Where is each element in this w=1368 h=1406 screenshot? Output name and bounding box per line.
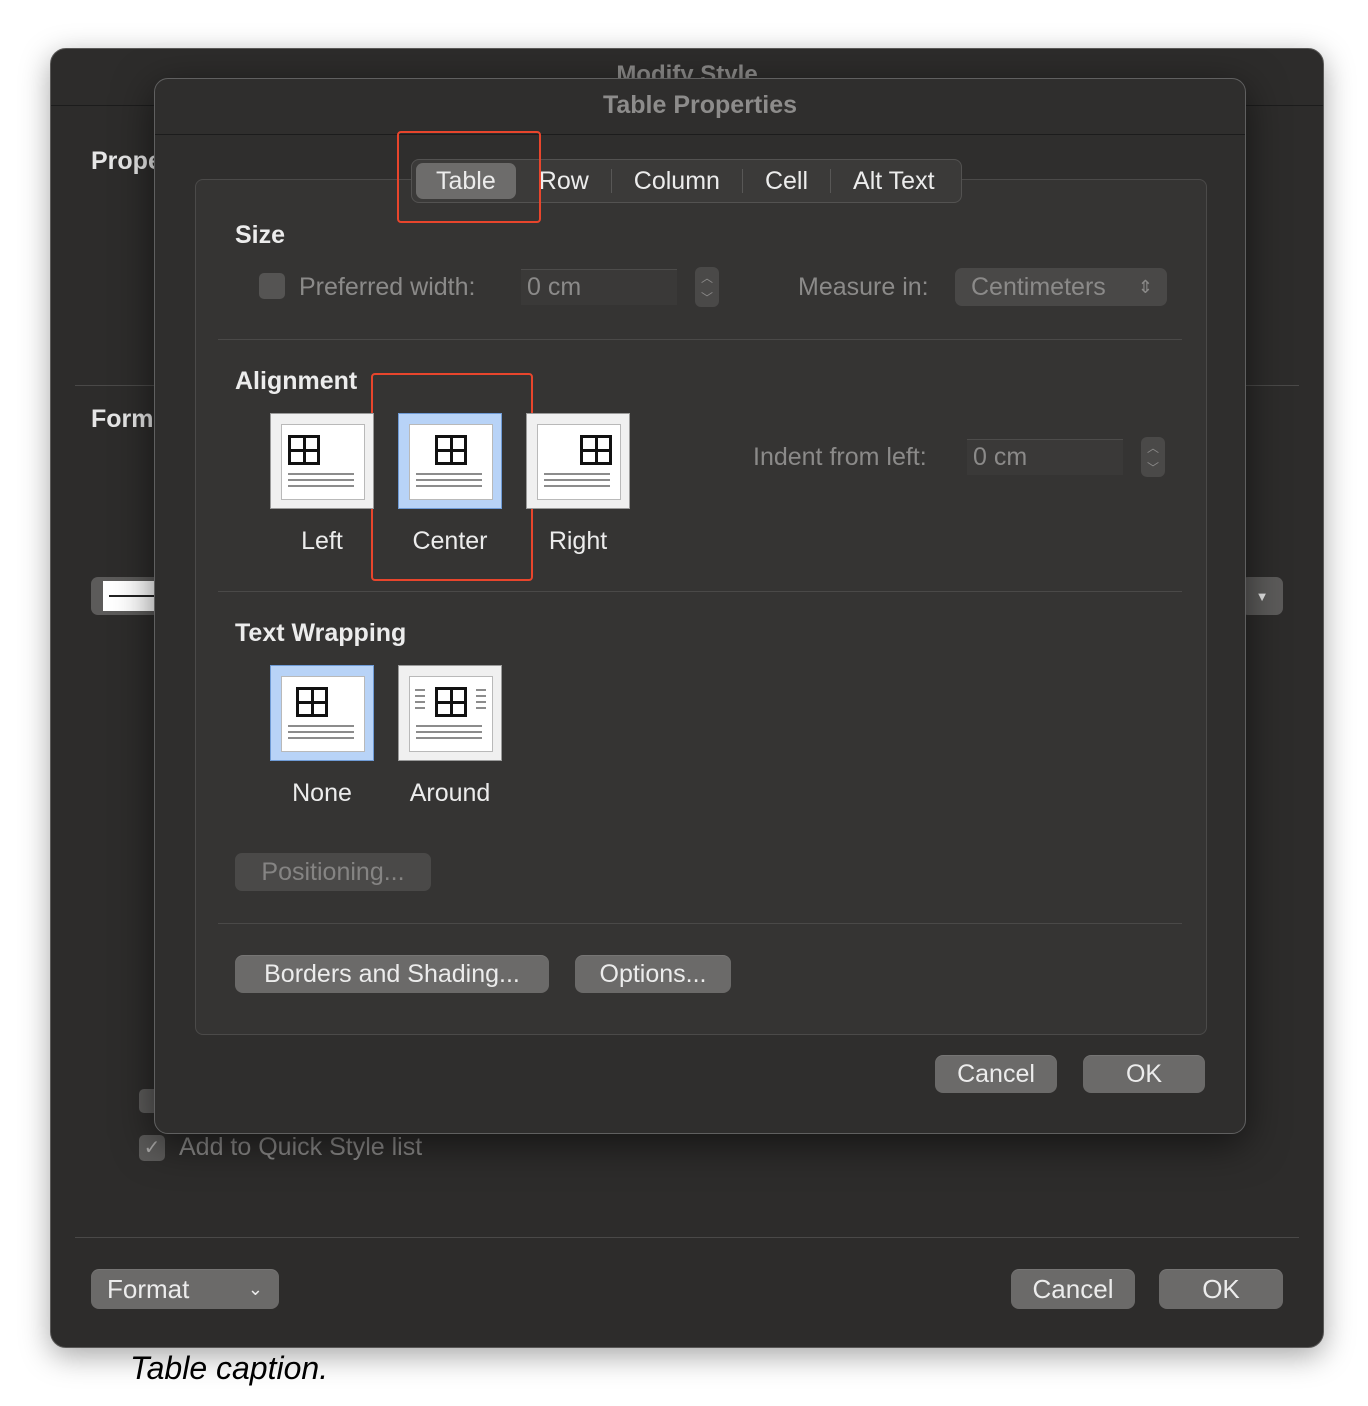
table-grid-icon: [435, 687, 467, 717]
preferred-width-checkbox[interactable]: [259, 273, 285, 299]
format-button-label: Format: [107, 1273, 190, 1304]
indent-from-left-input[interactable]: 0 cm: [967, 439, 1123, 475]
bg-ok-button[interactable]: OK: [1159, 1269, 1283, 1309]
dialog-title: Table Properties: [602, 91, 798, 119]
wrap-none-tile[interactable]: [270, 665, 374, 761]
checkmark-icon[interactable]: ✓: [139, 1134, 165, 1161]
formatting-label: Form: [91, 405, 154, 433]
properties-label: Prope: [91, 147, 162, 175]
align-right-tile[interactable]: [526, 413, 630, 509]
chevron-up-icon[interactable]: ︿: [1147, 439, 1159, 456]
indent-stepper[interactable]: ︿ ﹀: [1141, 437, 1165, 477]
wrap-none-label: None: [292, 779, 352, 807]
tab-column[interactable]: Column: [612, 163, 742, 199]
bg-footer-divider: [75, 1237, 1299, 1238]
wrap-around-tile[interactable]: [398, 665, 502, 761]
align-right-label: Right: [548, 527, 608, 555]
chevron-down-icon[interactable]: ﹀: [1147, 459, 1159, 476]
table-properties-dialog: Table Properties Table Row Column Cell A…: [154, 78, 1246, 1134]
preferred-width-label: Preferred width:: [299, 273, 476, 301]
wrap-around-option[interactable]: Around: [395, 665, 505, 808]
tab-cell[interactable]: Cell: [743, 163, 830, 199]
measure-in-label: Measure in:: [798, 273, 929, 301]
align-center-tile[interactable]: [398, 413, 502, 509]
bg-cancel-button[interactable]: Cancel: [1011, 1269, 1135, 1309]
wrapping-divider: [218, 923, 1182, 924]
indent-from-left-label: Indent from left:: [753, 443, 927, 471]
size-divider: [218, 339, 1182, 340]
table-grid-icon: [288, 435, 320, 465]
alignment-heading: Alignment: [235, 367, 358, 395]
add-quick-style-option[interactable]: ✓ Add to Quick Style list: [139, 1133, 422, 1162]
table-grid-icon: [435, 435, 467, 465]
options-button[interactable]: Options...: [575, 955, 731, 993]
preferred-width-input[interactable]: 0 cm: [521, 269, 677, 305]
table-grid-icon: [580, 435, 612, 465]
chevron-down-icon[interactable]: ﹀: [701, 289, 713, 306]
tab-table-highlight: [397, 131, 541, 223]
dropdown-arrow-icon[interactable]: ▼: [1241, 577, 1283, 615]
tab-alt-text[interactable]: Alt Text: [831, 163, 957, 199]
table-tab-panel: [195, 179, 1207, 1035]
alignment-divider: [218, 591, 1182, 592]
wrap-none-option[interactable]: None: [267, 665, 377, 808]
borders-and-shading-button[interactable]: Borders and Shading...: [235, 955, 549, 993]
text-wrapping-heading: Text Wrapping: [235, 619, 407, 647]
measure-in-value: Centimeters: [971, 272, 1106, 301]
ok-button[interactable]: OK: [1083, 1055, 1205, 1093]
dialog-title-divider: [155, 134, 1245, 135]
cancel-button[interactable]: Cancel: [935, 1055, 1057, 1093]
align-right-option[interactable]: Right: [523, 413, 633, 556]
add-quick-style-label: Add to Quick Style list: [179, 1133, 423, 1161]
chevron-down-icon: ⌄: [247, 1278, 263, 1299]
align-left-tile[interactable]: [270, 413, 374, 509]
align-left-label: Left: [301, 527, 343, 555]
align-center-option[interactable]: Center: [395, 413, 505, 556]
format-button[interactable]: Format ⌄: [91, 1269, 279, 1309]
align-center-label: Center: [412, 527, 488, 555]
align-left-option[interactable]: Left: [267, 413, 377, 556]
measure-in-select[interactable]: Centimeters ⇕: [955, 268, 1167, 306]
chevron-up-icon[interactable]: ︿: [701, 269, 713, 286]
wrap-around-label: Around: [409, 779, 491, 807]
size-heading: Size: [235, 221, 286, 249]
positioning-button[interactable]: Positioning...: [235, 853, 431, 891]
up-down-chevron-icon: ⇕: [1137, 276, 1153, 297]
table-caption: Table caption.: [130, 1350, 329, 1386]
table-grid-icon: [296, 687, 328, 717]
preferred-width-stepper[interactable]: ︿ ﹀: [695, 267, 719, 307]
